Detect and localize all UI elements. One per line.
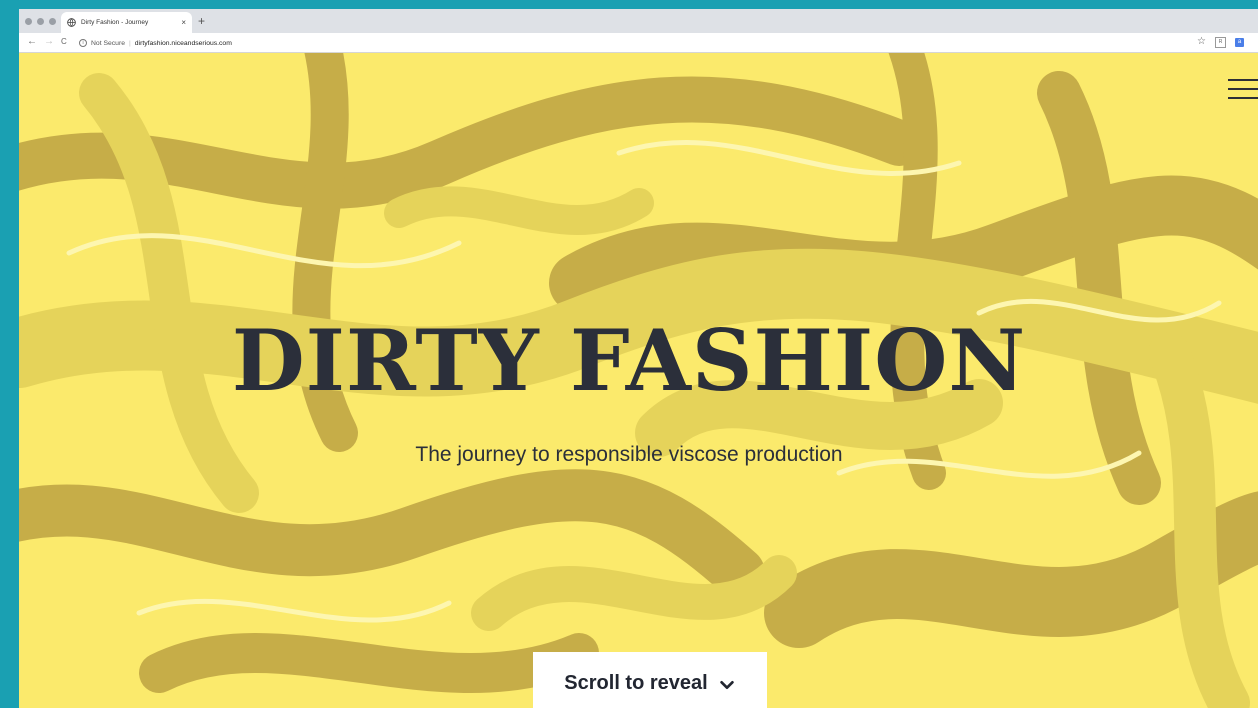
minimize-window-button[interactable] bbox=[37, 18, 44, 25]
hero-section: DIRTY FASHION The journey to responsible… bbox=[19, 53, 1258, 708]
chevron-down-icon bbox=[719, 680, 734, 690]
reload-icon[interactable]: C bbox=[61, 36, 67, 48]
scroll-to-reveal-button[interactable]: Scroll to reveal bbox=[533, 652, 767, 708]
new-tab-button[interactable]: + bbox=[198, 13, 205, 29]
page-subtitle: The journey to responsible viscose produ… bbox=[415, 443, 843, 466]
forward-arrow-icon[interactable]: → bbox=[44, 36, 54, 48]
hamburger-icon bbox=[1228, 79, 1258, 81]
toolbar-actions: ☆ R a bbox=[1197, 36, 1244, 48]
browser-tab[interactable]: Dirty Fashion - Journey × bbox=[61, 12, 192, 33]
tab-close-icon[interactable]: × bbox=[181, 18, 186, 27]
url-separator: | bbox=[129, 39, 131, 47]
url-text[interactable]: dirtyfashion.niceandserious.com bbox=[135, 40, 232, 47]
address-bar[interactable]: i Not Secure | dirtyfashion.niceandserio… bbox=[79, 36, 1199, 50]
window-controls bbox=[25, 18, 56, 25]
menu-button[interactable] bbox=[1228, 79, 1258, 99]
browser-toolbar: ← → C i Not Secure | dirtyfashion.nicean… bbox=[19, 33, 1258, 53]
globe-icon bbox=[67, 18, 76, 27]
close-window-button[interactable] bbox=[25, 18, 32, 25]
security-status: Not Secure bbox=[91, 39, 126, 47]
browser-window: Dirty Fashion - Journey × + ← → C i Not … bbox=[19, 9, 1258, 708]
hamburger-icon-line bbox=[1228, 88, 1258, 90]
bookmark-star-icon[interactable]: ☆ bbox=[1197, 36, 1206, 48]
maximize-window-button[interactable] bbox=[49, 18, 56, 25]
info-icon[interactable]: i bbox=[79, 39, 87, 47]
reader-extension-icon[interactable]: R bbox=[1215, 36, 1226, 48]
hamburger-icon-line bbox=[1228, 97, 1258, 99]
translate-extension-icon[interactable]: a bbox=[1235, 37, 1244, 47]
tab-title: Dirty Fashion - Journey bbox=[81, 19, 149, 26]
page-title: DIRTY FASHION bbox=[231, 311, 1027, 410]
tab-bar: Dirty Fashion - Journey × + bbox=[19, 9, 1258, 33]
scroll-button-label: Scroll to reveal bbox=[564, 672, 708, 694]
back-arrow-icon[interactable]: ← bbox=[27, 36, 37, 48]
